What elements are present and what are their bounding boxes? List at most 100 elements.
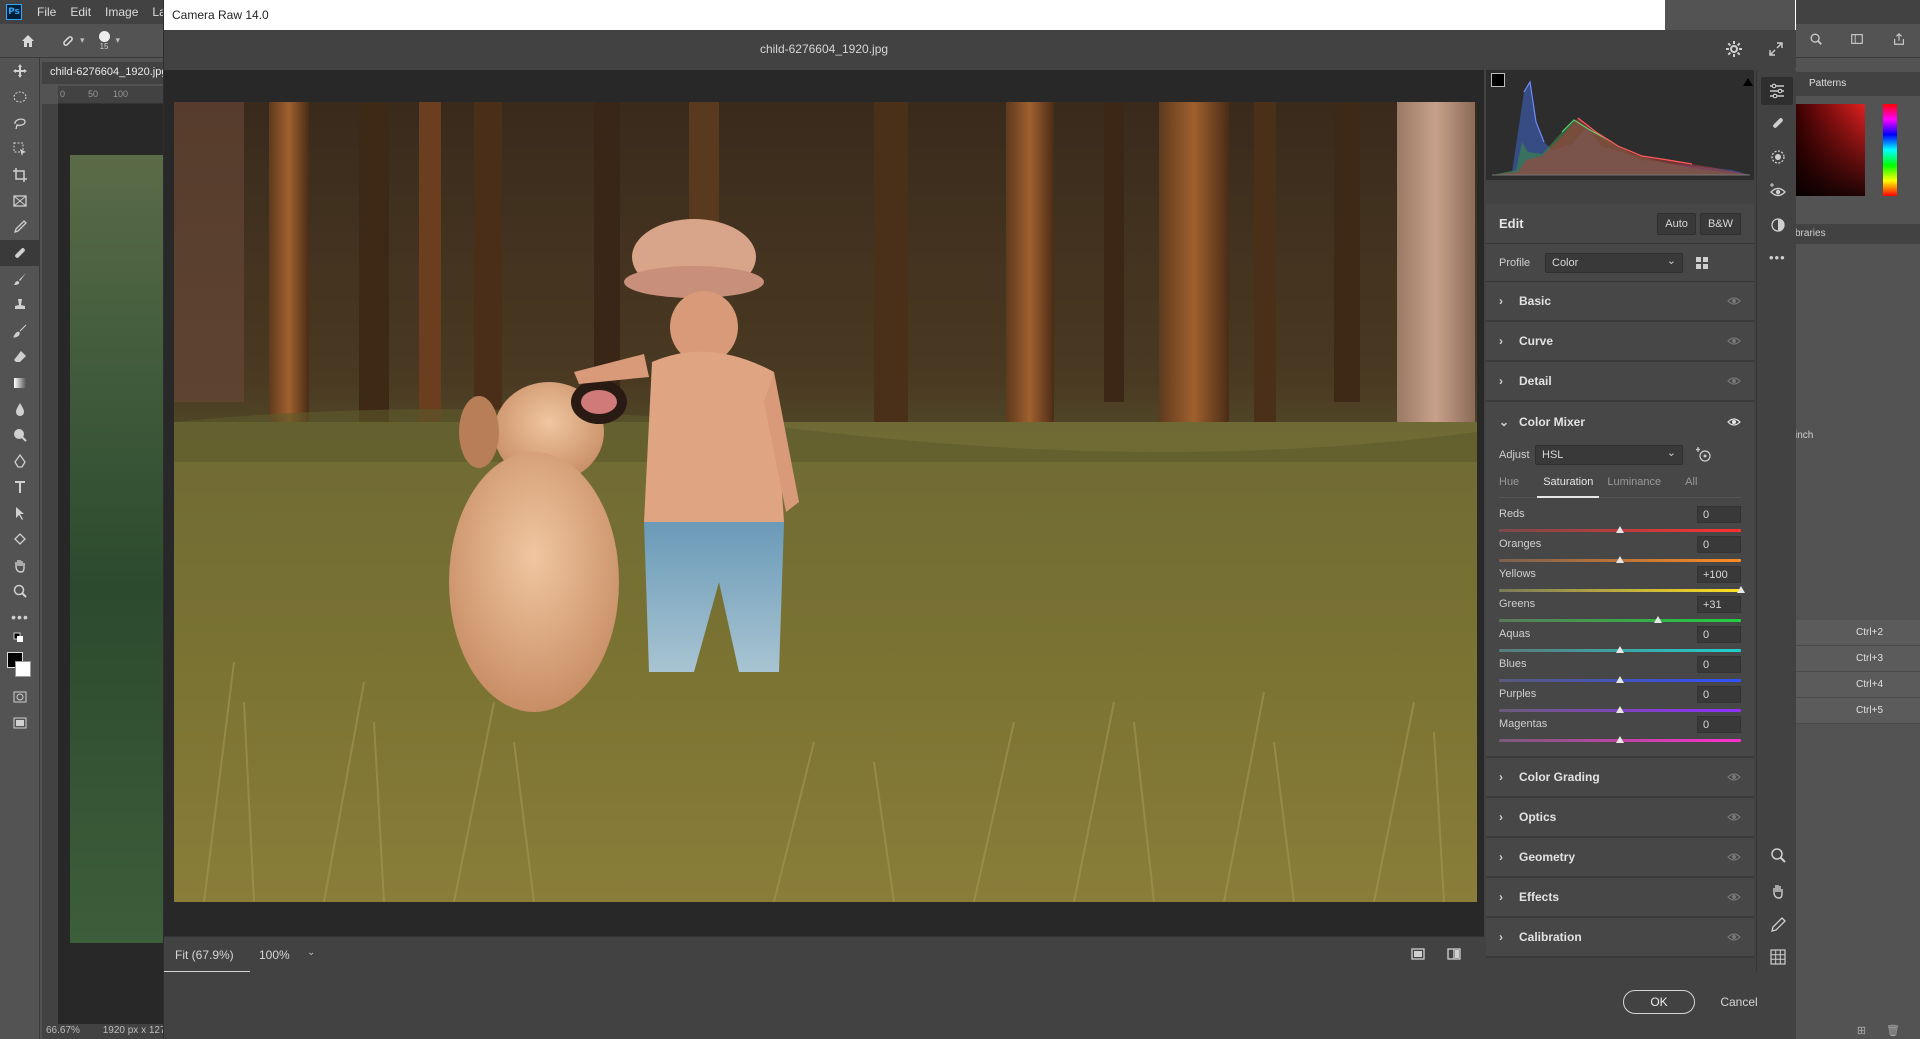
- quick-mask-icon[interactable]: [0, 684, 40, 710]
- color-mixer-header[interactable]: ⌄ Color Mixer: [1499, 402, 1741, 442]
- profile-browser-icon[interactable]: [1695, 256, 1709, 270]
- eye-icon[interactable]: [1727, 812, 1741, 822]
- brush-size-preset[interactable]: 15: [98, 30, 110, 51]
- menu-file[interactable]: File: [30, 5, 63, 19]
- slider-value-input[interactable]: 0: [1697, 656, 1741, 673]
- slider-value-input[interactable]: 0: [1697, 626, 1741, 643]
- default-colors-icon[interactable]: [0, 630, 40, 648]
- section-color-grading[interactable]: › Color Grading: [1486, 758, 1754, 798]
- stamp-tool-icon[interactable]: [0, 292, 40, 318]
- section-calibration[interactable]: › Calibration: [1486, 918, 1754, 958]
- screen-mode-icon[interactable]: [0, 710, 40, 736]
- tab-saturation[interactable]: Saturation: [1537, 468, 1600, 498]
- document-tab[interactable]: child-6276604_1920.jpg: [42, 62, 165, 84]
- more-options-icon[interactable]: •••: [1769, 250, 1787, 268]
- image-preview-area[interactable]: [164, 70, 1484, 936]
- chevron-down-icon[interactable]: ▾: [116, 35, 121, 46]
- eye-icon[interactable]: [1727, 852, 1741, 862]
- chevron-down-icon[interactable]: ⌄: [307, 947, 315, 958]
- color-picker-field[interactable]: [1795, 104, 1865, 196]
- presets-icon[interactable]: [1769, 216, 1787, 234]
- zoom-icon[interactable]: [1769, 846, 1787, 864]
- section-basic[interactable]: › Basic: [1486, 282, 1754, 322]
- more-tools-icon[interactable]: •••: [0, 604, 40, 630]
- type-tool-icon[interactable]: [0, 474, 40, 500]
- history-brush-icon[interactable]: [0, 318, 40, 344]
- home-icon[interactable]: [20, 33, 36, 49]
- zoom-level[interactable]: 66.67%: [46, 1025, 80, 1036]
- red-eye-icon[interactable]: [1769, 182, 1787, 200]
- eye-icon[interactable]: [1727, 417, 1741, 427]
- hand-icon[interactable]: [1769, 882, 1787, 900]
- grid-overlay-icon[interactable]: [1769, 948, 1787, 966]
- section-effects[interactable]: › Effects: [1486, 878, 1754, 918]
- eye-icon[interactable]: [1727, 932, 1741, 942]
- slider-thumb[interactable]: [1616, 646, 1624, 653]
- section-optics[interactable]: › Optics: [1486, 798, 1754, 838]
- section-geometry[interactable]: › Geometry: [1486, 838, 1754, 878]
- slider-value-input[interactable]: 0: [1697, 536, 1741, 553]
- dodge-tool-icon[interactable]: [0, 422, 40, 448]
- tab-luminance[interactable]: Luminance: [1607, 468, 1671, 498]
- slider-value-input[interactable]: +31: [1697, 596, 1741, 613]
- section-curve[interactable]: › Curve: [1486, 322, 1754, 362]
- background-color-swatch[interactable]: [15, 661, 31, 677]
- object-select-tool-icon[interactable]: [0, 136, 40, 162]
- eye-icon[interactable]: [1727, 376, 1741, 386]
- preview-photo[interactable]: [174, 102, 1477, 902]
- profile-select[interactable]: Color: [1545, 252, 1683, 273]
- masking-icon[interactable]: [1769, 148, 1787, 166]
- adjust-select[interactable]: HSL: [1535, 445, 1683, 465]
- slider-thumb[interactable]: [1616, 676, 1624, 683]
- trash-icon[interactable]: 🗑: [1886, 1024, 1900, 1039]
- healing-icon[interactable]: [1769, 114, 1787, 132]
- slider-value-input[interactable]: 0: [1697, 716, 1741, 733]
- shape-tool-icon[interactable]: [0, 526, 40, 552]
- list-item[interactable]: Ctrl+5: [1795, 698, 1920, 724]
- gradient-tool-icon[interactable]: [0, 370, 40, 396]
- share-icon[interactable]: [1892, 32, 1906, 49]
- brush-tool-icon[interactable]: [0, 266, 40, 292]
- slider-thumb[interactable]: [1737, 586, 1745, 593]
- foreground-background-color[interactable]: [0, 648, 40, 684]
- ps-document-image[interactable]: [70, 155, 165, 943]
- eraser-tool-icon[interactable]: [0, 344, 40, 370]
- path-select-tool-icon[interactable]: [0, 500, 40, 526]
- zoom-tool-icon[interactable]: [0, 578, 40, 604]
- hand-tool-icon[interactable]: [0, 552, 40, 578]
- libraries-tab[interactable]: braries: [1795, 224, 1920, 244]
- target-adjustment-icon[interactable]: [1695, 446, 1713, 464]
- cancel-button[interactable]: Cancel: [1707, 990, 1771, 1014]
- eye-icon[interactable]: [1727, 892, 1741, 902]
- eye-icon[interactable]: [1727, 296, 1741, 306]
- tab-hue[interactable]: Hue: [1499, 468, 1529, 498]
- slider-value-input[interactable]: 0: [1697, 506, 1741, 523]
- auto-button[interactable]: Auto: [1657, 212, 1696, 235]
- pen-tool-icon[interactable]: [0, 448, 40, 474]
- blur-tool-icon[interactable]: [0, 396, 40, 422]
- slider-thumb[interactable]: [1653, 616, 1662, 623]
- eye-icon[interactable]: [1727, 336, 1741, 346]
- list-item[interactable]: Ctrl+4: [1795, 672, 1920, 698]
- section-detail[interactable]: › Detail: [1486, 362, 1754, 402]
- eye-icon[interactable]: [1727, 772, 1741, 782]
- healing-brush-tool-icon[interactable]: [0, 240, 40, 266]
- search-icon[interactable]: [1809, 32, 1823, 49]
- list-item[interactable]: Ctrl+3: [1795, 646, 1920, 672]
- slider-thumb[interactable]: [1616, 736, 1624, 743]
- chevron-down-icon[interactable]: ▾: [80, 35, 85, 46]
- slider-thumb[interactable]: [1616, 556, 1624, 563]
- new-layer-icon[interactable]: ⊞: [1857, 1024, 1866, 1039]
- crop-tool-icon[interactable]: [0, 162, 40, 188]
- frame-tool-icon[interactable]: [0, 188, 40, 214]
- black-white-button[interactable]: B&W: [1699, 212, 1741, 235]
- slider-thumb[interactable]: [1616, 706, 1624, 713]
- color-sampler-icon[interactable]: [1769, 916, 1787, 934]
- marquee-tool-icon[interactable]: [0, 84, 40, 110]
- list-item[interactable]: Ctrl+2: [1795, 620, 1920, 646]
- slider-thumb[interactable]: [1616, 526, 1624, 533]
- healing-brush-icon[interactable]: [60, 33, 76, 49]
- tab-all[interactable]: All: [1685, 468, 1707, 498]
- slider-value-input[interactable]: +100: [1697, 566, 1741, 583]
- menu-edit[interactable]: Edit: [63, 5, 98, 19]
